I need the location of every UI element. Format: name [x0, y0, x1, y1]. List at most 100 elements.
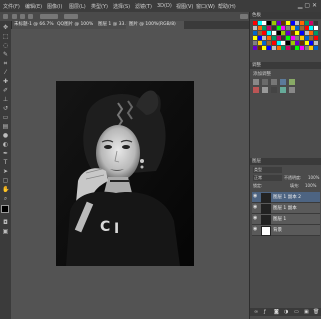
color-swatch[interactable]	[276, 36, 281, 40]
color-swatch[interactable]	[271, 31, 276, 35]
healing-brush-tool-icon[interactable]: ✚	[2, 78, 9, 85]
visibility-eye-icon[interactable]: ◉	[253, 216, 258, 221]
curves-icon[interactable]	[271, 79, 277, 85]
menu-layer[interactable]: 图层(L)	[69, 3, 86, 10]
color-swatch[interactable]	[281, 26, 286, 30]
swatches-panel-title[interactable]: 色板	[250, 12, 321, 19]
workspace-icon[interactable]	[240, 14, 248, 19]
swatches-grid[interactable]	[253, 21, 319, 59]
levels-icon[interactable]	[262, 79, 268, 85]
color-swatch[interactable]	[285, 21, 290, 25]
layer-name[interactable]: 图层 1 副本 2	[273, 194, 301, 200]
color-swatch[interactable]	[309, 26, 314, 30]
color-swatch[interactable]	[276, 46, 281, 50]
color-swatch[interactable]	[257, 31, 262, 35]
color-swatch[interactable]	[281, 46, 286, 50]
visibility-eye-icon[interactable]: ◉	[253, 205, 258, 210]
adjustment-layer-icon[interactable]: ◑	[284, 309, 288, 315]
lasso-tool-icon[interactable]: ◌	[2, 42, 9, 49]
color-swatch[interactable]	[285, 46, 290, 50]
color-swatch[interactable]	[285, 41, 290, 45]
color-swatch[interactable]	[300, 41, 304, 45]
shape-tool-icon[interactable]: ▢	[2, 177, 9, 184]
channel-mixer-icon[interactable]	[289, 87, 295, 93]
color-swatch[interactable]	[281, 36, 286, 40]
color-swatch[interactable]	[300, 46, 304, 50]
tool-preset-icon[interactable]	[3, 14, 8, 19]
visibility-eye-icon[interactable]: ◉	[253, 194, 258, 199]
color-swatch[interactable]	[257, 36, 262, 40]
menu-type[interactable]: 类型(Y)	[91, 3, 108, 10]
option-dropdown[interactable]	[64, 14, 78, 19]
blend-mode-select[interactable]: 正常	[253, 175, 282, 181]
color-swatch[interactable]	[304, 26, 309, 30]
color-swatch[interactable]	[300, 26, 304, 30]
pen-tool-icon[interactable]: ✒	[2, 150, 9, 157]
menu-file[interactable]: 文件(F)	[3, 3, 20, 10]
menu-edit[interactable]: 编辑(E)	[25, 3, 42, 10]
color-swatch[interactable]	[271, 26, 276, 30]
color-swatch[interactable]	[262, 31, 267, 35]
color-swatch[interactable]	[290, 36, 295, 40]
color-swatch[interactable]	[257, 46, 262, 50]
color-swatch[interactable]	[267, 46, 272, 50]
color-swatch[interactable]	[285, 31, 290, 35]
color-swatch[interactable]	[257, 41, 262, 45]
hue-sat-icon[interactable]	[253, 87, 259, 93]
menu-filter[interactable]: 滤镜(T)	[135, 3, 152, 10]
color-swatch[interactable]	[253, 36, 257, 40]
link-layers-icon[interactable]: ∞	[254, 309, 258, 315]
hand-tool-icon[interactable]: ✋	[2, 186, 9, 193]
menu-view[interactable]: 视图(V)	[176, 3, 193, 10]
color-swatch[interactable]	[262, 26, 267, 30]
layer-style-icon[interactable]: ƒ	[264, 309, 266, 315]
opacity-value[interactable]: 100%	[308, 175, 319, 180]
color-swatch[interactable]	[314, 36, 319, 40]
clone-stamp-tool-icon[interactable]: ⊥	[2, 96, 9, 103]
color-swatch[interactable]	[267, 21, 272, 25]
color-swatch[interactable]	[257, 26, 262, 30]
color-swatch[interactable]	[285, 36, 290, 40]
color-swatch[interactable]	[276, 41, 281, 45]
photo-filter-icon[interactable]	[280, 87, 286, 93]
crop-tool-icon[interactable]: ⌗	[2, 60, 9, 67]
path-select-tool-icon[interactable]: ➤	[2, 168, 9, 175]
color-swatch[interactable]	[300, 36, 304, 40]
layer-name[interactable]: 图层 1 副本	[273, 205, 297, 211]
menu-window[interactable]: 窗口(W)	[196, 3, 215, 10]
color-swatch[interactable]	[309, 36, 314, 40]
black-white-icon[interactable]	[271, 87, 277, 93]
color-swatch[interactable]	[295, 36, 300, 40]
group-icon[interactable]: ▭	[294, 309, 299, 315]
color-swatch[interactable]	[257, 21, 262, 25]
color-swatch[interactable]	[304, 41, 309, 45]
color-swatch[interactable]	[262, 46, 267, 50]
tab-document-active[interactable]: 图片 @ 100%(RGB/8)	[126, 21, 184, 29]
visibility-eye-icon[interactable]: ◉	[253, 227, 258, 232]
color-swatch[interactable]	[290, 26, 295, 30]
color-swatch[interactable]	[253, 31, 257, 35]
color-swatch[interactable]	[271, 36, 276, 40]
color-swatch[interactable]	[314, 26, 319, 30]
color-swatch[interactable]	[314, 21, 319, 25]
color-swatch[interactable]	[314, 31, 319, 35]
document-canvas-image[interactable]: C I	[56, 81, 194, 266]
color-swatch[interactable]	[253, 26, 257, 30]
color-swatch[interactable]	[253, 41, 257, 45]
color-swatch[interactable]	[276, 26, 281, 30]
brush-tool-icon[interactable]: ✐	[2, 87, 9, 94]
color-swatch[interactable]	[304, 31, 309, 35]
layer-name[interactable]: 图层 1	[273, 216, 286, 222]
color-swatch[interactable]	[290, 21, 295, 25]
option-icon[interactable]	[20, 14, 25, 19]
fill-value[interactable]: 100%	[305, 183, 316, 188]
color-swatch[interactable]	[281, 31, 286, 35]
color-swatch[interactable]	[262, 21, 267, 25]
layer-row[interactable]: ◉ 图层 1 副本	[252, 203, 320, 214]
color-swatch[interactable]	[267, 31, 272, 35]
layer-mask-icon[interactable]: ◙	[274, 309, 279, 315]
color-swatch[interactable]	[290, 46, 295, 50]
adjustments-panel-title[interactable]: 调整	[250, 62, 321, 69]
color-swatch[interactable]	[309, 41, 314, 45]
vibrance-icon[interactable]	[289, 79, 295, 85]
